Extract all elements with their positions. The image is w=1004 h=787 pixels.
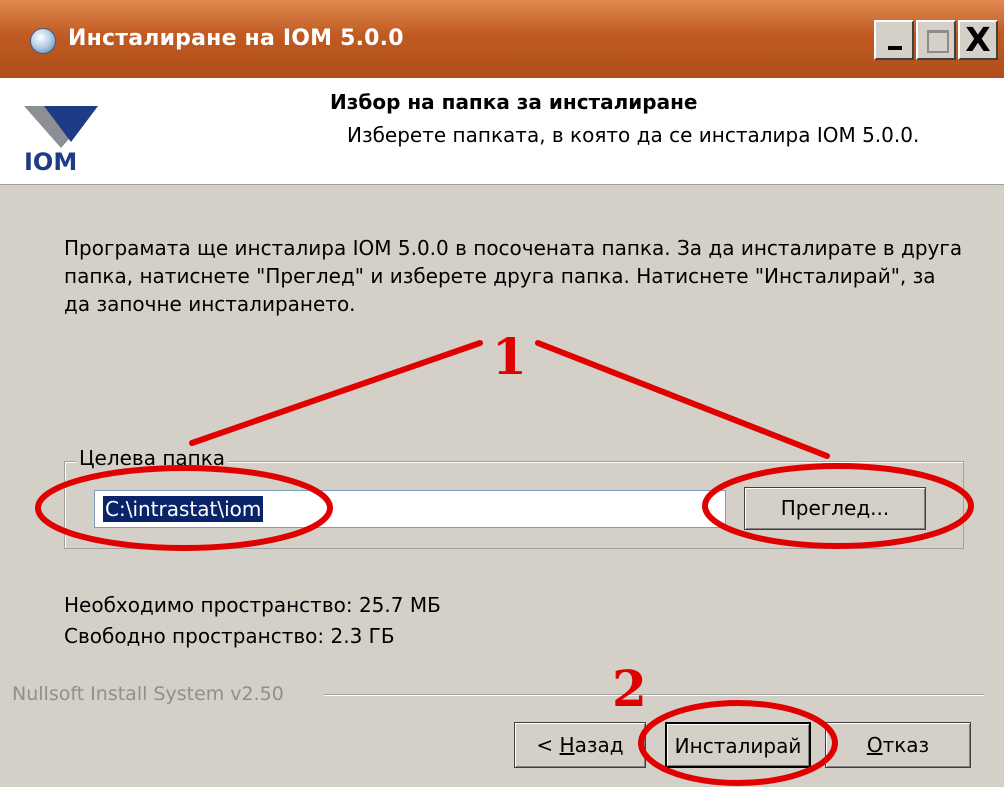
maximize-icon — [927, 30, 949, 53]
minimize-button[interactable] — [874, 20, 914, 60]
destination-path-value: C:\intrastat\iom — [103, 496, 264, 522]
footer-divider — [324, 694, 984, 696]
browse-button[interactable]: Преглед... — [744, 487, 926, 530]
annotation-arrow-right — [535, 340, 830, 459]
space-free-text: Свободно пространство: 2.3 ГБ — [64, 624, 395, 648]
cancel-hotkey: О — [866, 733, 883, 757]
page-title: Избор на папка за инсталиране — [330, 90, 698, 114]
space-required-text: Необходимо пространство: 25.7 МБ — [64, 593, 441, 617]
annotation-number-1: 1 — [492, 327, 527, 386]
cancel-button[interactable]: Отказ — [825, 722, 971, 768]
window-title: Инсталиране на IOM 5.0.0 — [68, 26, 404, 51]
close-button[interactable]: X — [958, 20, 998, 60]
page-subtitle: Изберете папката, в която да се инсталир… — [347, 123, 920, 147]
page-header: IOM Избор на папка за инсталиране Избере… — [0, 78, 1004, 185]
installer-window: Инсталиране на IOM 5.0.0 X IOM Избор на … — [0, 0, 1004, 787]
destination-path-input[interactable]: C:\intrastat\iom — [94, 490, 726, 528]
maximize-button[interactable] — [916, 20, 956, 60]
install-button[interactable]: Инсталирай — [665, 722, 811, 768]
title-bar[interactable]: Инсталиране на IOM 5.0.0 X — [0, 0, 1004, 78]
annotation-arrow-left — [189, 340, 483, 446]
nsis-branding: Nullsoft Install System v2.50 — [12, 683, 284, 705]
iom-logo-icon: IOM — [24, 106, 98, 172]
destination-folder-label: Целева папка — [76, 446, 229, 470]
back-button[interactable]: < Назад — [514, 722, 646, 768]
back-prefix: < — [536, 733, 560, 757]
back-rest: азад — [574, 733, 624, 757]
description-text: Програмата ще инсталира IOM 5.0.0 в посо… — [64, 236, 963, 316]
annotation-number-2: 2 — [612, 659, 647, 718]
minimize-icon — [888, 46, 902, 50]
logo-text: IOM — [24, 148, 77, 172]
installer-globe-icon — [30, 28, 56, 54]
cancel-rest: тказ — [882, 733, 930, 757]
close-icon: X — [965, 20, 991, 59]
back-hotkey: Н — [559, 733, 575, 757]
